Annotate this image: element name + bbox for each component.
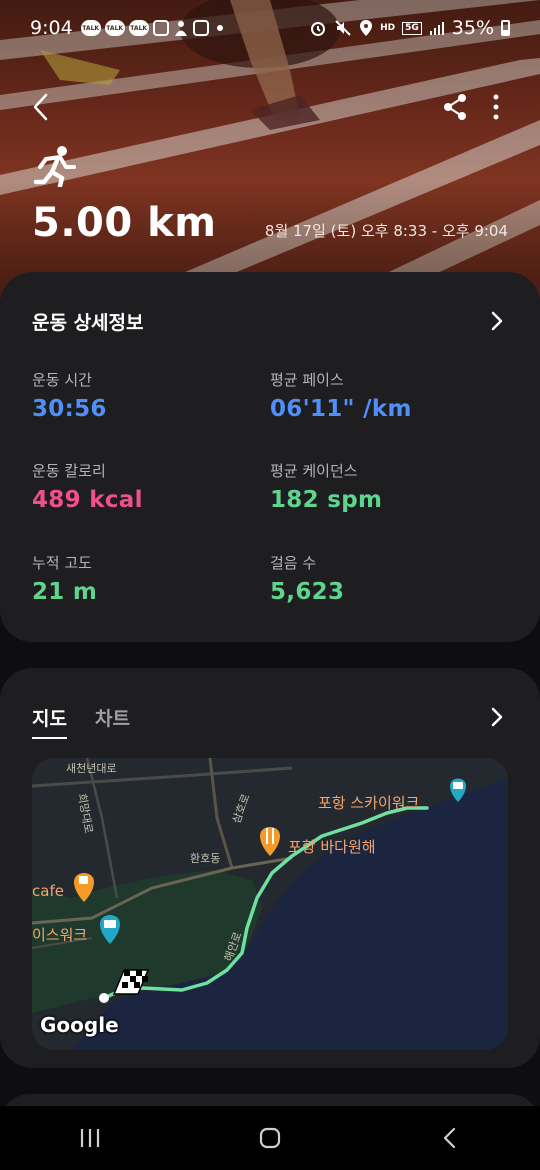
- metric-avg-cadence: 평균 케이던스 182 spm: [270, 460, 382, 513]
- metric-calories: 운동 칼로리 489 kcal: [32, 460, 143, 513]
- metric-label: 운동 시간: [32, 371, 92, 389]
- metric-duration: 운동 시간 30:56: [32, 369, 107, 422]
- map-district-label: 환호동: [190, 852, 221, 865]
- chevron-right-icon[interactable]: [488, 310, 506, 332]
- system-navigation-bar: [0, 1106, 540, 1170]
- app-icon: [174, 21, 187, 36]
- mute-icon: [335, 20, 351, 36]
- back-icon: [443, 1127, 456, 1149]
- location-icon: [360, 20, 373, 36]
- hero-banner: 9:04 TALK TALK TALK HD 5G 35% 5.00 km 8월…: [0, 0, 540, 300]
- map-road-label: 새천년대로: [66, 762, 117, 775]
- hd-voice-icon: HD: [380, 22, 396, 33]
- workout-detail-screen: 9:04 TALK TALK TALK HD 5G 35% 5.00 km 8월…: [0, 0, 540, 1170]
- map-place-label: 포항 스카이워크: [318, 794, 420, 812]
- more-options-icon[interactable]: [486, 92, 506, 122]
- metric-steps: 걸음 수 5,623: [270, 552, 344, 605]
- map-place-label: 이스워크: [32, 926, 88, 944]
- metric-value: 5,623: [270, 579, 345, 605]
- 5g-icon: 5G: [402, 21, 422, 35]
- instagram-icon: [152, 20, 169, 36]
- detail-card-title: 운동 상세정보: [32, 312, 144, 334]
- tab-map[interactable]: 지도: [32, 704, 67, 739]
- metric-value: 30:56: [32, 396, 107, 422]
- google-logo: Google: [40, 1013, 119, 1037]
- chevron-right-icon[interactable]: [488, 706, 506, 728]
- more-notifications-dot: [216, 25, 223, 31]
- metric-value: 489 kcal: [32, 487, 143, 513]
- map-place-label: 포항 바다원해: [288, 838, 376, 856]
- battery-icon: [501, 20, 510, 36]
- metric-value: 21 m: [32, 579, 98, 605]
- metric-label: 운동 칼로리: [32, 462, 106, 480]
- metric-label: 누적 고도: [32, 554, 92, 572]
- metric-elevation-gain: 누적 고도 21 m: [32, 552, 97, 605]
- signal-icon: [429, 22, 444, 35]
- route-start-marker: [99, 993, 109, 1003]
- status-bar: 9:04 TALK TALK TALK HD 5G 35%: [0, 0, 540, 56]
- workout-detail-card[interactable]: 운동 상세정보 운동 시간 30:56 평균 페이스 06'11" /km 운동…: [0, 272, 540, 642]
- workout-distance: 5.00 km: [32, 200, 217, 246]
- metric-label: 평균 케이던스: [270, 462, 358, 480]
- running-icon: [33, 146, 76, 187]
- instagram-icon: [192, 20, 209, 36]
- talk-icon: TALK: [104, 20, 125, 36]
- home-icon: [259, 1127, 281, 1149]
- home-button[interactable]: [250, 1118, 290, 1158]
- map-place-label: cafe: [32, 882, 64, 900]
- notification-icons: TALK TALK TALK: [80, 19, 223, 37]
- recent-apps-button[interactable]: [70, 1118, 110, 1158]
- status-time: 9:04: [30, 17, 73, 39]
- workout-date-range: 8월 17일 (토) 오후 8:33 - 오후 9:04: [264, 222, 508, 240]
- share-icon[interactable]: [440, 92, 470, 122]
- metric-label: 걸음 수: [270, 554, 317, 572]
- attraction-pin-icon: [450, 778, 466, 802]
- talk-icon: TALK: [80, 20, 101, 36]
- back-arrow-icon[interactable]: [26, 90, 56, 124]
- recent-apps-icon: [80, 1129, 100, 1147]
- alarm-icon: [311, 22, 326, 36]
- metric-label: 평균 페이스: [270, 371, 344, 389]
- system-icons: HD 5G 35%: [309, 17, 510, 39]
- system-back-button[interactable]: [430, 1118, 470, 1158]
- map-card: 지도 차트 새천년대로 희망대로 삼호로 환호동 해안로 포항 스카이워크 포항…: [0, 668, 540, 1068]
- metric-value: 06'11" /km: [270, 396, 412, 422]
- metric-avg-pace: 평균 페이스 06'11" /km: [270, 369, 412, 422]
- talk-icon: TALK: [128, 20, 149, 36]
- metric-value: 182 spm: [270, 487, 383, 513]
- battery-percent: 35%: [451, 17, 494, 39]
- tab-chart[interactable]: 차트: [95, 704, 130, 731]
- route-map[interactable]: 새천년대로 희망대로 삼호로 환호동 해안로 포항 스카이워크 포항 바다원해 …: [32, 758, 508, 1050]
- map-canvas: [32, 758, 508, 1050]
